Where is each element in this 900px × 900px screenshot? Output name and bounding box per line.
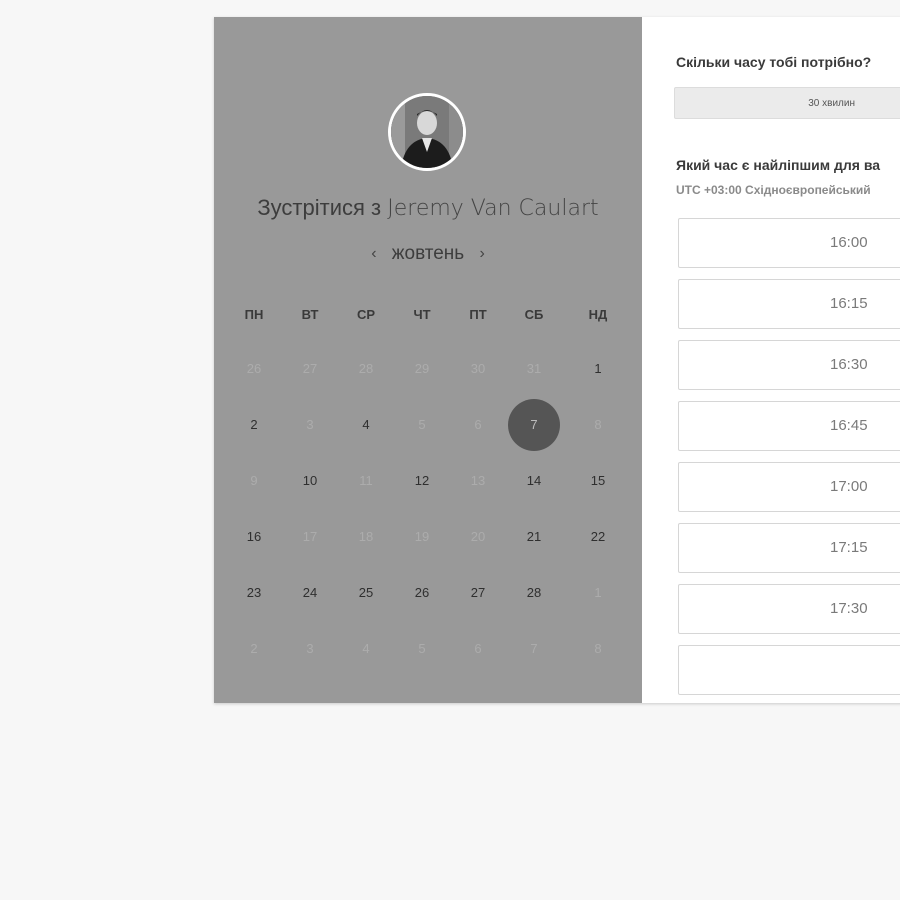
weekday-label: ВТ: [301, 307, 319, 322]
time-slot-button[interactable]: 17:00: [678, 462, 900, 512]
calendar-day: 9: [250, 473, 258, 488]
weekday-label: ПН: [244, 307, 264, 322]
calendar-day: 26: [246, 361, 262, 376]
weekday-label: ПТ: [469, 307, 487, 322]
calendar-day: 1: [594, 585, 602, 600]
calendar-day[interactable]: 26: [396, 567, 448, 619]
weekday-label: СР: [356, 307, 376, 322]
calendar-day[interactable]: 23: [228, 567, 280, 619]
calendar-day: 6: [474, 417, 482, 432]
calendar-day: 3: [306, 417, 314, 432]
calendar-day[interactable]: 1: [572, 343, 624, 395]
calendar-day[interactable]: 21: [508, 511, 560, 563]
calendar-day: 31: [526, 361, 542, 376]
time-slot-button[interactable]: 16:00: [678, 218, 900, 268]
duration-question: Скільки часу тобі потрібно?: [676, 54, 872, 70]
time-question: Який час є найліпшим для ва: [676, 157, 881, 173]
calendar-day: 17: [302, 529, 318, 544]
duration-select[interactable]: 30 хвилин: [674, 87, 900, 119]
calendar-day: 5: [418, 417, 426, 432]
host-name: Jeremy Van Caulart: [387, 196, 599, 221]
calendar-day: 11: [359, 473, 373, 488]
calendar-day[interactable]: 27: [452, 567, 504, 619]
calendar-day: 6: [474, 641, 482, 656]
calendar-day[interactable]: 25: [340, 567, 392, 619]
time-panel: Скільки часу тобі потрібно? 30 хвилин Як…: [642, 17, 900, 703]
time-slot-button[interactable]: 17:30: [678, 584, 900, 634]
title-prefix: Зустрітися з: [257, 195, 382, 220]
calendar-day[interactable]: 14: [508, 455, 560, 507]
calendar-day: 19: [414, 529, 430, 544]
time-slot-button[interactable]: 16:30: [678, 340, 900, 390]
calendar-day[interactable]: 12: [396, 455, 448, 507]
calendar-day[interactable]: 16: [228, 511, 280, 563]
calendar-day: 28: [358, 361, 374, 376]
meeting-title: Зустрітися з Jeremy Van Caulart: [214, 195, 642, 221]
next-month-icon[interactable]: ›: [469, 245, 494, 263]
time-slot-button[interactable]: [678, 645, 900, 695]
avatar: [388, 93, 466, 171]
weekday-label: СБ: [524, 307, 544, 322]
calendar-day: 30: [470, 361, 486, 376]
calendar-day: 2: [250, 641, 258, 656]
month-label: жовтень: [391, 243, 465, 264]
calendar-grid: 26 27 28 29 30 31 1 2 3 4 5 6 7 8 9 10 11 12 13 14 15 16 17 18 1…: [214, 343, 642, 673]
calendar-day[interactable]: 4: [340, 399, 392, 451]
calendar-day[interactable]: 15: [572, 455, 624, 507]
weekday-label: ЧТ: [413, 307, 431, 322]
calendar-day: 29: [414, 361, 430, 376]
prev-month-icon[interactable]: ‹: [361, 245, 386, 263]
time-slot-button[interactable]: 17:15: [678, 523, 900, 573]
calendar-day: 3: [306, 641, 314, 656]
booking-card: Зустрітися з Jeremy Van Caulart ‹ жовтен…: [214, 17, 900, 703]
calendar-day[interactable]: 2: [228, 399, 280, 451]
month-navigation: ‹ жовтень ›: [214, 243, 642, 265]
weekday-label: НД: [588, 307, 608, 322]
calendar-day: 20: [470, 529, 486, 544]
weekday-header: ПН ВТ СР ЧТ ПТ СБ НД: [214, 307, 642, 322]
calendar-day[interactable]: 10: [284, 455, 336, 507]
calendar-day: 8: [594, 417, 602, 432]
calendar-day[interactable]: 24: [284, 567, 336, 619]
calendar-day[interactable]: 22: [572, 511, 624, 563]
calendar-day: 13: [470, 473, 486, 488]
calendar-day: 4: [362, 641, 370, 656]
timezone-label: UTC +03:00 Східноєвропейський: [676, 183, 871, 197]
calendar-day[interactable]: 28: [508, 567, 560, 619]
calendar-day: 7: [530, 641, 538, 656]
calendar-day: 5: [418, 641, 426, 656]
calendar-panel: Зустрітися з Jeremy Van Caulart ‹ жовтен…: [214, 17, 642, 703]
calendar-day-selected[interactable]: 7: [508, 399, 560, 451]
calendar-day: 27: [302, 361, 318, 376]
calendar-day: 18: [358, 529, 374, 544]
host-photo-icon: [391, 96, 463, 168]
time-slot-button[interactable]: 16:45: [678, 401, 900, 451]
calendar-day: 8: [594, 641, 602, 656]
time-slot-button[interactable]: 16:15: [678, 279, 900, 329]
